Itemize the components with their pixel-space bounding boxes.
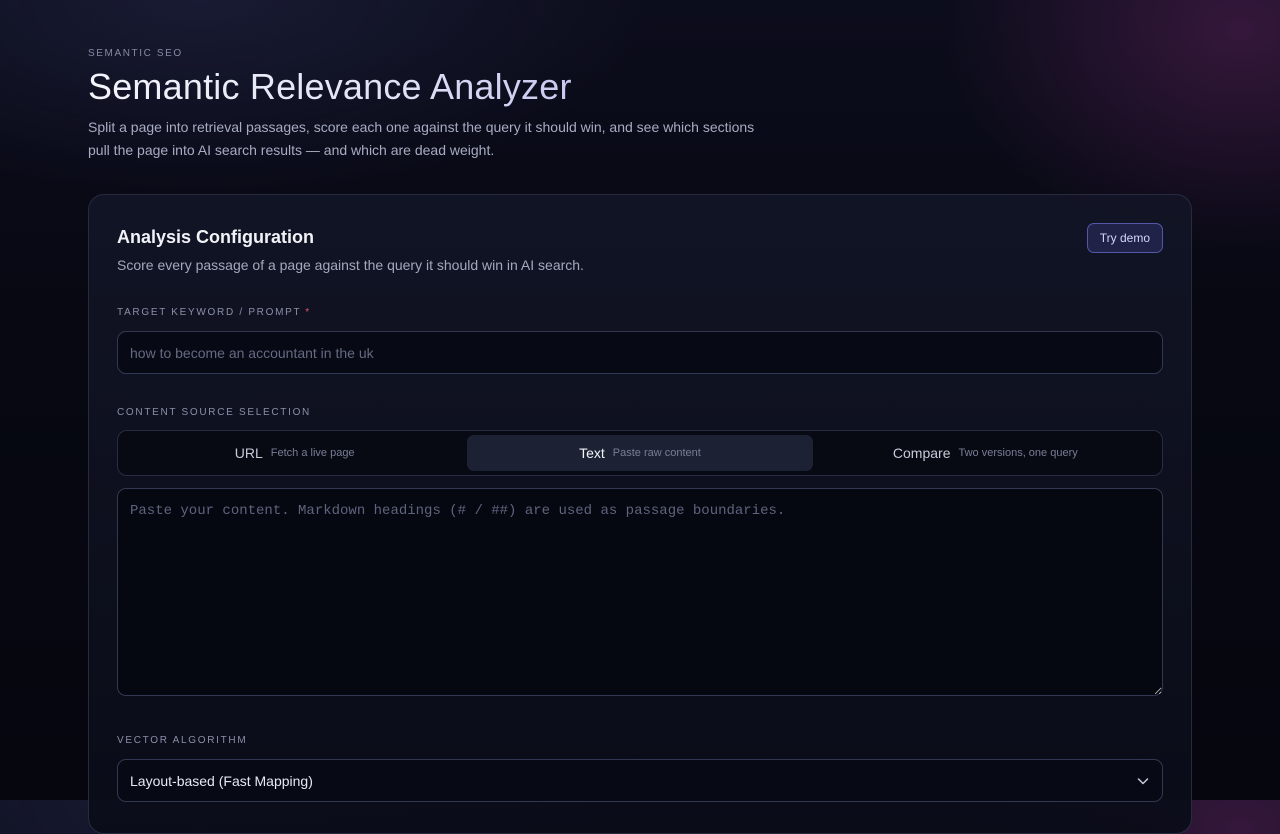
vector-algorithm-label: VECTOR ALGORITHM (117, 735, 248, 746)
eyebrow-label: SEMANTIC SEO (88, 48, 183, 59)
card-title: Analysis Configuration (117, 227, 315, 247)
tab-compare-name: Compare (892, 445, 951, 461)
tab-url[interactable]: URL Fetch a live page (122, 435, 467, 471)
tab-text-name: Text (579, 445, 605, 461)
required-marker: * (305, 307, 311, 318)
analysis-configuration-card: Analysis Configuration Score every passa… (88, 194, 1192, 834)
target-keyword-input[interactable] (117, 331, 1163, 374)
vector-algorithm-select[interactable]: Layout-based (Fast Mapping) (117, 759, 1163, 802)
try-demo-button[interactable]: Try demo (1086, 223, 1163, 253)
tab-compare-desc: Two versions, one query (958, 447, 1078, 459)
card-subtitle: Score every passage of a page against th… (117, 257, 584, 273)
tab-text[interactable]: Text Paste raw content (467, 435, 813, 471)
content-textarea[interactable] (117, 488, 1163, 696)
tab-text-desc: Paste raw content (612, 447, 701, 459)
vector-algorithm-value: Layout-based (Fast Mapping) (130, 772, 313, 789)
tab-compare[interactable]: Compare Two versions, one query (813, 435, 1158, 471)
content-source-tabs: URL Fetch a live page Text Paste raw con… (117, 430, 1163, 476)
tab-url-name: URL (234, 445, 263, 461)
chevron-down-icon (1136, 774, 1150, 788)
tab-url-desc: Fetch a live page (270, 447, 355, 459)
target-keyword-label-text: TARGET KEYWORD / PROMPT (117, 307, 302, 318)
target-keyword-label: TARGET KEYWORD / PROMPT * (117, 307, 311, 318)
page-title: Semantic Relevance Analyzer (88, 66, 572, 107)
page-subtitle: Split a page into retrieval passages, sc… (88, 119, 755, 158)
content-source-label: CONTENT SOURCE SELECTION (117, 407, 311, 418)
